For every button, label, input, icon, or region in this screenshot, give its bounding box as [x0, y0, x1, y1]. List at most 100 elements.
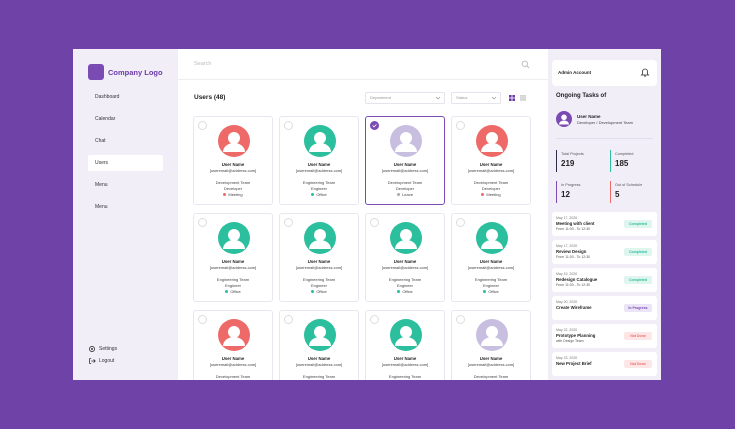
admin-account-box[interactable]: Admin Account — [552, 60, 657, 86]
sidebar-item-calendar[interactable]: Calendar — [88, 111, 163, 127]
task-item[interactable]: May 22, 2020 Prototype Planning with Des… — [552, 324, 657, 348]
select-checkbox[interactable] — [370, 315, 379, 324]
grid-view-icon[interactable] — [509, 95, 515, 101]
user-email: [useremail@address.com] — [467, 168, 515, 173]
sidebar-nav: Dashboard Calendar Chat Users Menu Menu — [88, 89, 163, 221]
select-checkbox[interactable] — [198, 121, 207, 130]
task-item[interactable]: May 20, 2020 Create Wireframe In Progres… — [552, 296, 657, 320]
stat-total-projects: Total Projects 219 — [556, 150, 600, 172]
task-item[interactable]: May 23, 2020 New Project Brief Not Done — [552, 352, 657, 376]
user-card[interactable]: User Name [useremail@address.com] Develo… — [193, 116, 273, 205]
select-checkbox[interactable] — [370, 121, 379, 130]
logout-link[interactable]: Logout — [88, 357, 117, 365]
search-icon[interactable] — [521, 60, 530, 69]
logout-label: Logout — [99, 358, 115, 364]
logout-icon — [89, 358, 96, 364]
status-dot — [311, 192, 315, 196]
task-item[interactable]: May 19, 2020 Redesign Catalogue From 11:… — [552, 268, 657, 292]
user-status-label: Office — [316, 191, 327, 197]
sidebar-item-dashboard[interactable]: Dashboard — [88, 89, 163, 105]
right-panel: Admin Account Ongoing Tasks of User Name… — [548, 49, 661, 380]
user-team: Engineering Team — [388, 374, 422, 379]
select-checkbox[interactable] — [284, 315, 293, 324]
user-status-label: Meeting — [228, 191, 243, 197]
user-status-label: Leave — [402, 191, 413, 197]
user-card[interactable]: User Name [useremail@address.com] Develo… — [451, 116, 531, 205]
task-item[interactable]: May 17, 2020 Meeting with client From 11… — [552, 212, 657, 236]
stat-label: Total Projects — [561, 152, 584, 156]
user-card[interactable]: User Name [useremail@address.com] Engine… — [279, 116, 359, 205]
users-toolbar: Users (48) Department Status — [194, 91, 532, 105]
user-card[interactable]: User Name [useremail@address.com] Engine… — [365, 213, 445, 302]
avatar — [390, 222, 422, 254]
department-select[interactable]: Department — [365, 92, 445, 104]
task-owner-role: Developer / Development Team — [577, 119, 633, 125]
avatar — [556, 111, 572, 127]
status-dot — [311, 289, 315, 293]
user-name: User Name — [221, 259, 245, 264]
user-role: Engineer — [224, 282, 241, 288]
user-role: Developer — [194, 380, 272, 381]
user-email: [useremail@address.com] — [467, 362, 515, 367]
stat-value: 219 — [561, 159, 575, 168]
task-owner: User Name Developer / Development Team — [556, 111, 633, 127]
select-checkbox[interactable] — [456, 315, 465, 324]
search-bar[interactable]: Search — [178, 49, 548, 80]
stat-completed: Completed 185 — [610, 150, 654, 172]
user-email: [useremail@address.com] — [295, 265, 343, 270]
main-content: Search Users (48) Department Status User… — [178, 49, 548, 380]
status-badge: Not Done — [624, 332, 652, 340]
user-status-label: Office — [230, 288, 241, 294]
avatar — [476, 319, 508, 351]
user-email: [useremail@address.com] — [209, 265, 257, 270]
user-name: User Name — [393, 259, 417, 264]
select-checkbox[interactable] — [456, 218, 465, 227]
user-card[interactable]: User Name [useremail@address.com] Develo… — [451, 310, 531, 380]
sidebar-item-menu-2[interactable]: Menu — [88, 199, 163, 215]
status-badge: Completed — [624, 220, 652, 228]
user-card[interactable]: User Name [useremail@address.com] Engine… — [279, 310, 359, 380]
user-card[interactable]: User Name [useremail@address.com] Develo… — [193, 310, 273, 380]
sidebar-item-menu[interactable]: Menu — [88, 177, 163, 193]
select-checkbox[interactable] — [456, 121, 465, 130]
avatar — [218, 319, 250, 351]
user-card[interactable]: User Name [useremail@address.com] Engine… — [451, 213, 531, 302]
user-status-label: Office — [402, 288, 413, 294]
user-card[interactable]: User Name [useremail@address.com] Engine… — [193, 213, 273, 302]
sidebar-item-chat[interactable]: Chat — [88, 133, 163, 149]
user-email: [useremail@address.com] — [209, 168, 257, 173]
task-item[interactable]: May 17, 2020 Review Design From 11:00 - … — [552, 240, 657, 264]
status-badge: In Progress — [624, 304, 652, 312]
sidebar-item-users[interactable]: Users — [88, 155, 163, 171]
settings-link[interactable]: Settings — [88, 345, 117, 353]
bell-icon[interactable] — [640, 67, 650, 77]
user-card[interactable]: User Name [useremail@address.com] Engine… — [365, 310, 445, 380]
company-logo[interactable]: Company Logo — [88, 64, 163, 80]
stat-in-progress: In Progress 12 — [556, 181, 600, 203]
list-view-icon[interactable] — [520, 95, 526, 101]
select-checkbox[interactable] — [284, 121, 293, 130]
user-role: Engineer — [310, 185, 327, 191]
avatar — [476, 125, 508, 157]
admin-account-label: Admin Account — [558, 70, 592, 75]
user-role: Engineer — [310, 282, 327, 288]
status-dot — [483, 289, 487, 293]
select-checkbox[interactable] — [284, 218, 293, 227]
select-checkbox[interactable] — [198, 315, 207, 324]
user-status-label: Meeting — [486, 191, 501, 197]
user-status: Leave — [366, 192, 444, 197]
user-name: User Name — [479, 356, 503, 361]
user-role: Engineer — [280, 380, 358, 381]
status-select[interactable]: Status — [451, 92, 501, 104]
select-checkbox[interactable] — [198, 218, 207, 227]
user-card[interactable]: User Name [useremail@address.com] Develo… — [365, 116, 445, 205]
avatar — [304, 125, 336, 157]
user-card[interactable]: User Name [useremail@address.com] Engine… — [279, 213, 359, 302]
search-input[interactable]: Search — [194, 61, 211, 67]
chevron-down-icon — [491, 96, 497, 100]
select-checkbox[interactable] — [370, 218, 379, 227]
chevron-down-icon — [435, 96, 441, 100]
stat-value: 185 — [615, 159, 629, 168]
avatar — [218, 222, 250, 254]
user-team: Engineering Team — [302, 277, 336, 282]
